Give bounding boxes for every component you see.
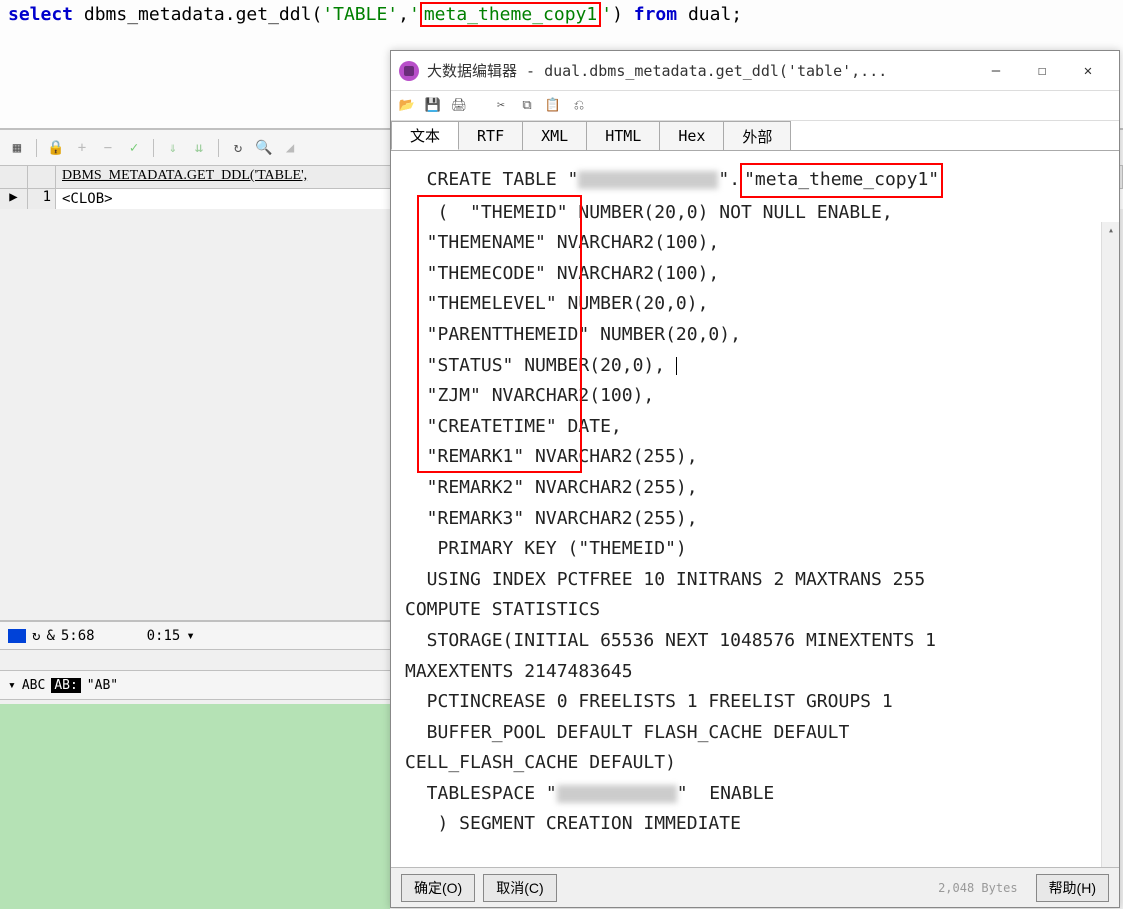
status-bar: ↻ & 5:68 0:15 ▾ — [0, 620, 390, 650]
keyword-from: from — [634, 4, 677, 25]
tab-external[interactable]: 外部 — [723, 121, 791, 150]
print-icon[interactable]: 🖨 — [451, 98, 467, 114]
window-title: 大数据编辑器 - dual.dbms_metadata.get_ddl('tab… — [427, 60, 973, 81]
ddl-line: "REMARK2" NVARCHAR2(255), — [405, 473, 1105, 504]
ddl-line: TABLESPACE "" ENABLE — [405, 779, 1105, 810]
copy-icon[interactable]: ⧉ — [519, 98, 535, 114]
sql-string-arg1: 'TABLE' — [322, 4, 398, 25]
open-icon[interactable]: 📂 — [399, 98, 415, 114]
commit-icon[interactable]: ✓ — [125, 139, 143, 157]
cut-icon[interactable]: ✂ — [493, 98, 509, 114]
fetch-icon[interactable]: ⇓ — [164, 139, 182, 157]
tab-xml[interactable]: XML — [522, 121, 587, 150]
ddl-line: "CREATETIME" DATE, — [405, 412, 1105, 443]
find-icon[interactable]: 🔍 — [255, 139, 273, 157]
tab-hex[interactable]: Hex — [659, 121, 724, 150]
ddl-line: CREATE TABLE ""."meta_theme_copy1" — [405, 163, 1105, 198]
undo-icon[interactable]: ⎌ — [571, 98, 587, 114]
help-button[interactable]: 帮助(H) — [1036, 874, 1109, 902]
sql-string-tablename: meta_theme_copy1 — [420, 2, 601, 27]
ab-quoted-label: "AB" — [87, 678, 118, 693]
paste-icon[interactable]: 📋 — [545, 98, 561, 114]
ddl-line: ( "THEMEID" NUMBER(20,0) NOT NULL ENABLE… — [405, 198, 1105, 229]
ddl-line: "STATUS" NUMBER(20,0), — [405, 351, 1105, 382]
message-area — [0, 704, 390, 909]
ddl-line: "THEMELEVEL" NUMBER(20,0), — [405, 289, 1105, 320]
scroll-up-icon[interactable]: ▴ — [1102, 222, 1120, 240]
separator — [153, 139, 154, 157]
table-name-highlight: "meta_theme_copy1" — [740, 163, 943, 198]
format-tabs: 文本 RTF XML HTML Hex 外部 — [391, 121, 1119, 151]
ddl-text-content[interactable]: CREATE TABLE ""."meta_theme_copy1" ( "TH… — [391, 151, 1119, 867]
ddl-line: STORAGE(INITIAL 65536 NEXT 1048576 MINEX… — [405, 626, 1105, 657]
abc-label: ABC — [22, 678, 45, 693]
minimize-button[interactable]: — — [973, 55, 1019, 87]
status-bar-2: ▾ ABC AB: "AB" — [0, 670, 390, 700]
ddl-line: USING INDEX PCTFREE 10 INITRANS 2 MAXTRA… — [405, 565, 1105, 596]
ddl-line: "THEMENAME" NVARCHAR2(100), — [405, 228, 1105, 259]
tab-text[interactable]: 文本 — [391, 121, 459, 150]
ddl-line: COMPUTE STATISTICS — [405, 595, 1105, 626]
ddl-line: "PARENTTHEMEID" NUMBER(20,0), — [405, 320, 1105, 351]
cancel-button[interactable]: 取消(C) — [483, 874, 556, 902]
status-color-block — [8, 629, 26, 643]
maximize-button[interactable]: ☐ — [1019, 55, 1065, 87]
cursor-position: 5:68 — [61, 628, 95, 644]
titlebar[interactable]: 大数据编辑器 - dual.dbms_metadata.get_ddl('tab… — [391, 51, 1119, 91]
ddl-line: "REMARK3" NVARCHAR2(255), — [405, 504, 1105, 535]
dropdown-icon[interactable]: ▾ — [186, 628, 194, 644]
add-icon[interactable]: + — [73, 139, 91, 157]
separator — [218, 139, 219, 157]
ddl-line: CELL_FLASH_CACHE DEFAULT) — [405, 748, 1105, 779]
lock-icon[interactable]: 🔒 — [47, 139, 65, 157]
ddl-line: PRIMARY KEY ("THEMEID") — [405, 534, 1105, 565]
ddl-line: BUFFER_POOL DEFAULT FLASH_CACHE DEFAULT — [405, 718, 1105, 749]
erase-icon[interactable]: ◢ — [281, 139, 299, 157]
dialog-bottom-bar: 确定(O) 取消(C) 2,048 Bytes 帮助(H) — [391, 867, 1119, 907]
ddl-line: "ZJM" NVARCHAR2(100), — [405, 381, 1105, 412]
ddl-line: "REMARK1" NVARCHAR2(255), — [405, 442, 1105, 473]
text-cursor — [676, 357, 677, 375]
sql-text: dbms_metadata.get_ddl( — [73, 4, 322, 25]
ddl-line: ) SEGMENT CREATION IMMEDIATE — [405, 809, 1105, 840]
fetch-all-icon[interactable]: ⇊ — [190, 139, 208, 157]
separator — [36, 139, 37, 157]
dialog-toolbar: 📂 💾 🖨 ✂ ⧉ 📋 ⎌ — [391, 91, 1119, 121]
remove-icon[interactable]: − — [99, 139, 117, 157]
clob-editor-dialog: 大数据编辑器 - dual.dbms_metadata.get_ddl('tab… — [390, 50, 1120, 908]
rownum-header[interactable] — [28, 166, 56, 188]
redacted-schema — [578, 171, 718, 189]
vertical-scrollbar[interactable]: ▴ — [1101, 222, 1119, 867]
status-amp: & — [46, 628, 54, 644]
row-number: 1 — [28, 189, 56, 209]
reload-icon[interactable]: ↻ — [32, 628, 40, 644]
refresh-icon[interactable]: ↻ — [229, 139, 247, 157]
ab-inverse-label: AB: — [51, 678, 80, 693]
redacted-tablespace — [557, 785, 677, 803]
app-icon — [399, 61, 419, 81]
ddl-line: MAXEXTENTS 2147483645 — [405, 657, 1105, 688]
ddl-line: PCTINCREASE 0 FREELISTS 1 FREELIST GROUP… — [405, 687, 1105, 718]
byte-count: 2,048 Bytes — [938, 881, 1017, 895]
grid-corner[interactable] — [0, 166, 28, 188]
ddl-line: "THEMECODE" NVARCHAR2(100), — [405, 259, 1105, 290]
grid-icon[interactable]: ▦ — [8, 139, 26, 157]
ok-button[interactable]: 确定(O) — [401, 874, 475, 902]
row-marker: ▶ — [0, 189, 28, 209]
dropdown-icon[interactable]: ▾ — [8, 678, 16, 693]
keyword-select: select — [8, 4, 73, 25]
close-button[interactable]: ✕ — [1065, 55, 1111, 87]
tab-html[interactable]: HTML — [586, 121, 660, 150]
save-icon[interactable]: 💾 — [425, 98, 441, 114]
tab-rtf[interactable]: RTF — [458, 121, 523, 150]
elapsed-time: 0:15 — [147, 628, 181, 644]
